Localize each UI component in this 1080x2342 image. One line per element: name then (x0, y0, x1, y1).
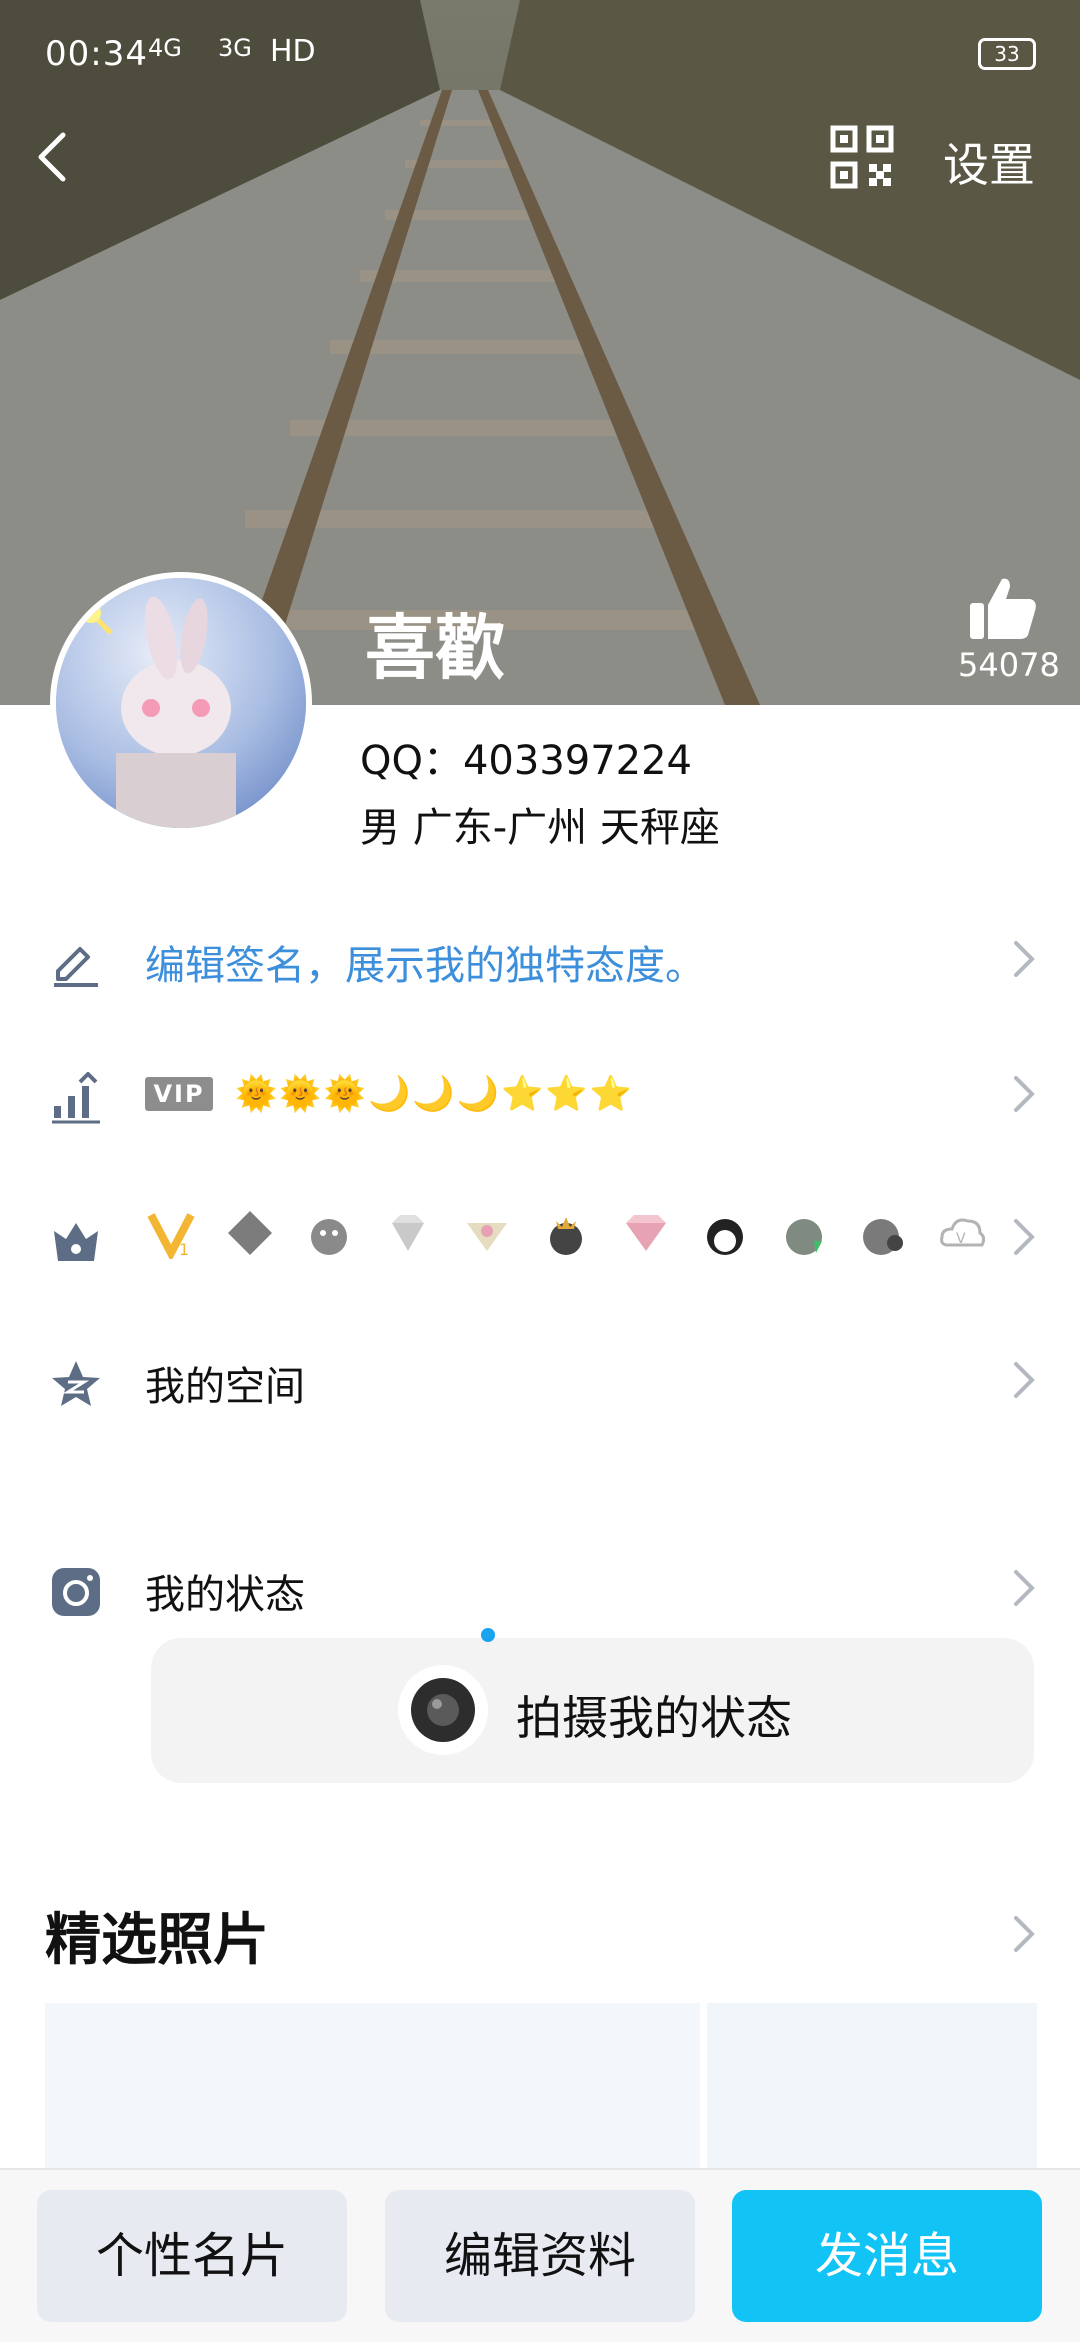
avatar-image (56, 578, 306, 828)
photos-section-title: 精选照片 (45, 1908, 269, 1973)
chevron-right-icon (1014, 1076, 1035, 1112)
my-status-label: 我的状态 (145, 1572, 305, 1618)
qq-number: QQ：403397224 (360, 738, 693, 784)
cloud-v-icon: V (940, 1218, 986, 1247)
crown-icon (54, 1223, 98, 1261)
like-count: 54078 (958, 646, 1060, 684)
avatar[interactable] (50, 572, 312, 834)
medal-list: 1 V (145, 1207, 1010, 1267)
my-status-row[interactable]: 我的状态 (0, 1536, 1080, 1636)
grey-penguin-icon (862, 1219, 903, 1255)
status-bar: 00:34 4G 3G HD 33 (0, 0, 1080, 110)
camera-icon (396, 1663, 490, 1757)
vip-badge: VIP (145, 1077, 213, 1111)
svg-text:1: 1 (179, 1240, 189, 1259)
heart-diamond-icon (467, 1223, 508, 1251)
network-4g: 4G (148, 34, 182, 62)
send-message-button[interactable]: 发消息 (732, 2190, 1042, 2322)
level-chart-icon (52, 1072, 100, 1124)
level-icons: 🌞🌞🌞🌙🌙🌙⭐⭐⭐ (235, 1074, 635, 1114)
shoot-status-button[interactable]: 拍摄我的状态 (151, 1628, 1034, 1783)
black-penguin-icon (706, 1219, 743, 1255)
chevron-right-icon (1014, 941, 1035, 977)
top-bar: 设置 (0, 115, 1080, 205)
chevron-right-icon (1014, 1362, 1035, 1398)
chevron-right-icon[interactable] (1008, 1912, 1038, 1956)
level-row[interactable]: VIP 🌞🌞🌞🌙🌙🌙⭐⭐⭐ (0, 1042, 1080, 1142)
hd-indicator: HD (270, 34, 316, 69)
back-button[interactable] (25, 127, 85, 187)
bottom-action-bar: 个性名片 编辑资料 发消息 (0, 2168, 1080, 2342)
vip-medal-icon: 1 (147, 1213, 195, 1259)
nickname: 喜歡 (365, 607, 505, 689)
medals-row[interactable]: 1 V (0, 1185, 1080, 1285)
penguin-medal-icon (311, 1219, 348, 1255)
qzone-star-icon (52, 1361, 100, 1406)
camera-status-icon (52, 1568, 100, 1616)
shoot-status-label: 拍摄我的状态 (516, 1691, 792, 1745)
pencil-icon (54, 947, 98, 987)
profile-card-button[interactable]: 个性名片 (37, 2190, 347, 2322)
pink-diamond-icon (625, 1215, 666, 1251)
new-dot-indicator (481, 1628, 495, 1642)
settings-button[interactable]: 设置 (943, 129, 1035, 195)
edit-profile-button[interactable]: 编辑资料 (385, 2190, 695, 2322)
like-button[interactable] (958, 575, 1048, 645)
svg-text:V: V (956, 1231, 966, 1247)
signature-text: 编辑签名，展示我的独特态度。 (145, 943, 705, 989)
crown-penguin-icon (550, 1217, 583, 1255)
battery-indicator: 33 (978, 38, 1036, 70)
chevron-left-icon (38, 132, 66, 182)
profile-info: 男 广东-广州 天秤座 (360, 805, 720, 851)
my-space-row[interactable]: 我的空间 (0, 1328, 1080, 1428)
silver-diamond-icon (392, 1215, 425, 1251)
network-3g: 3G (218, 34, 252, 62)
clock: 00:34 (45, 34, 148, 74)
diamond-medal-icon (228, 1211, 273, 1255)
signature-row[interactable]: 编辑签名，展示我的独特态度。 (0, 907, 1080, 1007)
chevron-right-icon (1014, 1570, 1035, 1606)
green-penguin-icon (785, 1219, 822, 1255)
qr-code-button[interactable] (830, 125, 894, 189)
my-space-label: 我的空间 (145, 1364, 305, 1410)
thumbs-up-icon (970, 578, 1036, 639)
chevron-right-icon (1014, 1219, 1035, 1255)
qr-code-icon (830, 125, 894, 189)
